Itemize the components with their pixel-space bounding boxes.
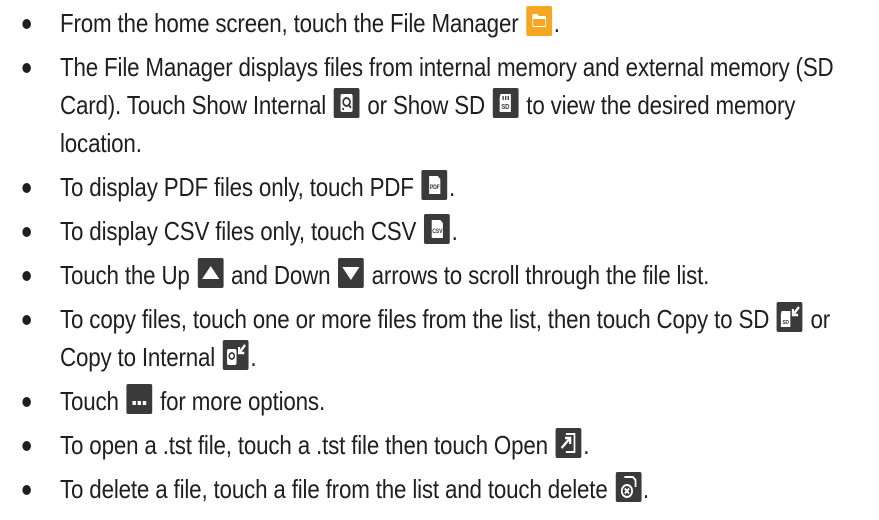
- list-item: Touch for more options.: [0, 382, 879, 420]
- item-text: .: [449, 172, 456, 202]
- list-item: To open a .tst file, touch a .tst file t…: [0, 426, 879, 464]
- item-text: for more options.: [154, 386, 325, 416]
- folder-icon: [526, 6, 553, 36]
- item-text: To copy files, touch one or more files f…: [59, 304, 776, 334]
- list-item: To copy files, touch one or more files f…: [0, 300, 879, 376]
- list-item: To delete a file, touch a file from the …: [0, 470, 879, 508]
- list-item: From the home screen, touch the File Man…: [0, 4, 879, 42]
- internal-memory-icon: [333, 88, 360, 118]
- sd-card-icon: SD: [492, 88, 519, 118]
- delete-file-icon: [615, 472, 642, 502]
- up-arrow-icon: [197, 258, 224, 288]
- copy-to-sd-icon: SD: [776, 302, 803, 332]
- list-item: Touch the Up and Down arrows to scroll t…: [0, 256, 879, 294]
- open-file-icon: [555, 428, 582, 458]
- item-text: To display CSV files only, touch CSV: [59, 216, 423, 246]
- copy-sd-icon-label: SD: [783, 320, 790, 326]
- item-text: To open a .tst file, touch a .tst file t…: [59, 430, 554, 460]
- item-text: From the home screen, touch the File Man…: [59, 8, 525, 38]
- instruction-list: From the home screen, touch the File Man…: [0, 4, 879, 514]
- item-text: To display PDF files only, touch PDF: [59, 172, 420, 202]
- item-text: Touch the Up: [59, 260, 196, 290]
- more-options-icon: [126, 384, 153, 414]
- item-text: or Show SD: [361, 90, 492, 120]
- manual-page: From the home screen, touch the File Man…: [0, 0, 879, 520]
- item-text: and Down: [224, 260, 337, 290]
- list-item: The File Manager displays files from int…: [0, 48, 879, 162]
- list-item: To display CSV files only, touch CSV CSV…: [0, 212, 879, 250]
- item-text: .: [583, 430, 590, 460]
- csv-file-icon: CSV: [424, 214, 450, 244]
- copy-to-internal-icon: [222, 340, 249, 370]
- item-text: .: [451, 216, 458, 246]
- item-text: To delete a file, touch a file from the …: [59, 474, 614, 504]
- pdf-file-icon: PDF: [421, 170, 448, 200]
- sd-icon-label: SD: [501, 104, 509, 112]
- pdf-icon-label: PDF: [430, 185, 440, 191]
- item-text: Touch: [59, 386, 125, 416]
- down-arrow-icon: [338, 258, 364, 288]
- item-text: .: [553, 8, 560, 38]
- csv-icon-label: CSV: [432, 229, 442, 235]
- item-text: .: [250, 342, 257, 372]
- item-text: .: [642, 474, 649, 504]
- list-item: To display PDF files only, touch PDF PDF…: [0, 168, 879, 206]
- item-text: arrows to scroll through the file list.: [365, 260, 710, 290]
